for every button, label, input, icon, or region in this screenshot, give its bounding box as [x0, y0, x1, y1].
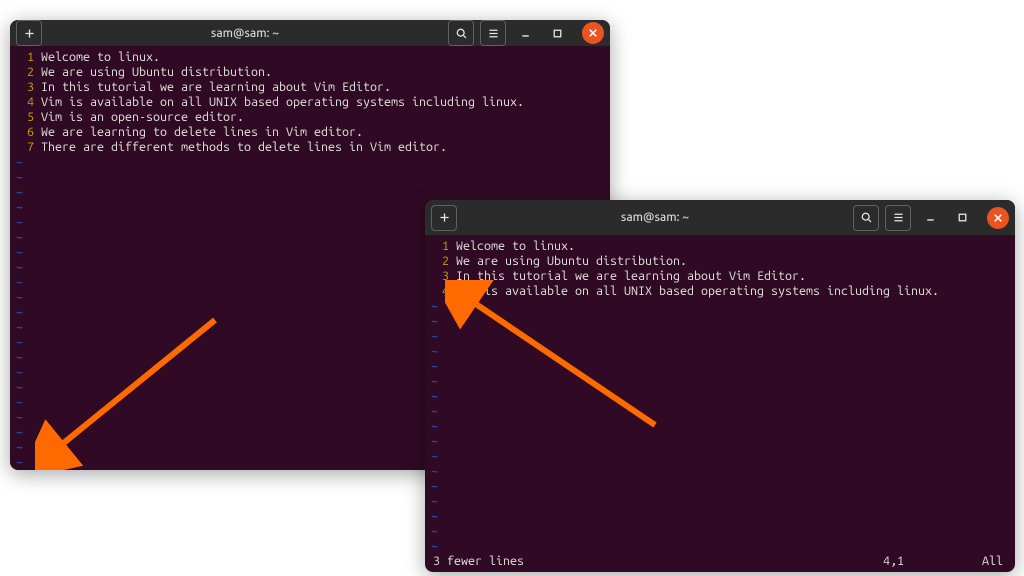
- close-button[interactable]: [582, 22, 604, 44]
- terminal-window-after: sam@sam: ~ 1 Welcome to linux.2 We are u…: [425, 200, 1015, 572]
- window-title: sam@sam: ~: [463, 211, 847, 224]
- search-button[interactable]: [448, 20, 474, 46]
- editor-line: 2 We are using Ubuntu distribution.: [431, 254, 1009, 269]
- editor-line: 5 Vim is an open-source editor.: [16, 110, 604, 125]
- editor-line: 1 Welcome to linux.: [431, 239, 1009, 254]
- editor-line: 6 We are learning to delete lines in Vim…: [16, 125, 604, 140]
- empty-line-tildes: ~~~~~~~~~~~~~~~~~: [431, 299, 1009, 554]
- maximize-button[interactable]: [949, 205, 975, 231]
- editor-line: 2 We are using Ubuntu distribution.: [16, 65, 604, 80]
- editor-line: 3 In this tutorial we are learning about…: [431, 269, 1009, 284]
- status-message: 3 fewer lines: [433, 554, 883, 568]
- new-tab-button[interactable]: [431, 205, 457, 231]
- editor-line: 4 Vim is available on all UNIX based ope…: [16, 95, 604, 110]
- menu-button[interactable]: [885, 205, 911, 231]
- minimize-button[interactable]: [512, 20, 538, 46]
- close-button[interactable]: [987, 207, 1009, 229]
- titlebar[interactable]: sam@sam: ~: [10, 20, 610, 46]
- scroll-position: All: [963, 554, 1003, 568]
- maximize-button[interactable]: [544, 20, 570, 46]
- vim-status-line: 3 fewer lines 4,1 All: [431, 554, 1009, 570]
- editor-line: 3 In this tutorial we are learning about…: [16, 80, 604, 95]
- editor-line: 1 Welcome to linux.: [16, 50, 604, 65]
- editor-line: 7 There are different methods to delete …: [16, 140, 604, 155]
- cursor-position: 4,1: [883, 554, 963, 568]
- menu-button[interactable]: [480, 20, 506, 46]
- new-tab-button[interactable]: [16, 20, 42, 46]
- search-button[interactable]: [853, 205, 879, 231]
- editor-lines: 1 Welcome to linux.2 We are using Ubuntu…: [16, 50, 604, 155]
- minimize-button[interactable]: [917, 205, 943, 231]
- window-title: sam@sam: ~: [48, 27, 442, 40]
- terminal-body[interactable]: 1 Welcome to linux.2 We are using Ubuntu…: [425, 235, 1015, 572]
- editor-line: 4 Vim is available on all UNIX based ope…: [431, 284, 1009, 299]
- titlebar[interactable]: sam@sam: ~: [425, 200, 1015, 235]
- editor-lines: 1 Welcome to linux.2 We are using Ubuntu…: [431, 239, 1009, 299]
